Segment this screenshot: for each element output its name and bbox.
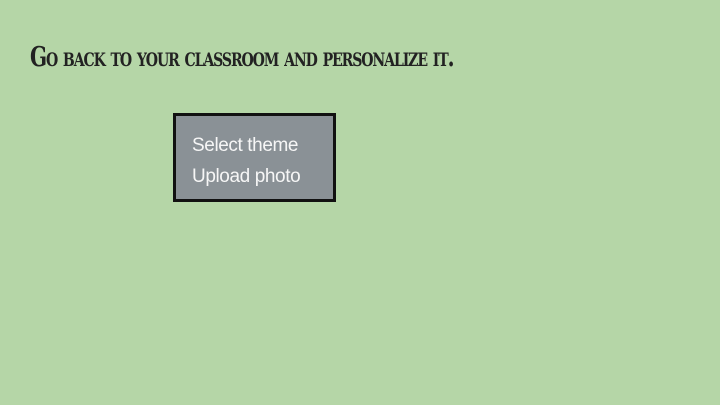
slide-title: Go back to your classroom and personaliz… [30, 42, 455, 73]
select-theme-menu-item[interactable]: Select theme [192, 130, 333, 161]
upload-photo-menu-item[interactable]: Upload photo [192, 161, 333, 192]
classroom-options-menu: Select theme Upload photo [173, 113, 336, 202]
slide: Go back to your classroom and personaliz… [0, 0, 720, 405]
